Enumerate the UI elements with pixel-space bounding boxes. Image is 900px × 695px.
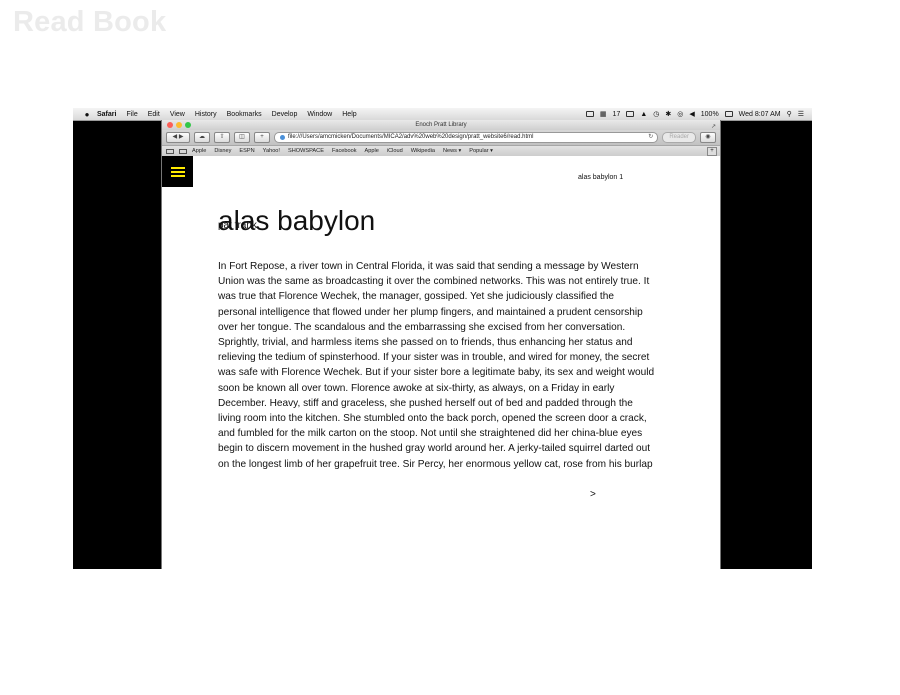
menu-file[interactable]: File — [126, 111, 137, 118]
text-line: was safe with Florence Wechek. But if yo… — [218, 367, 655, 379]
text-line: and fumbled for the milk carton on the s… — [218, 428, 643, 440]
hamburger-line-icon — [171, 167, 185, 169]
back-forward-button[interactable]: ◀ ▶ — [166, 132, 190, 143]
hamburger-line-icon — [171, 171, 185, 173]
reading-list-icon[interactable]: ◫ — [234, 132, 250, 143]
share-icon[interactable]: ⇧ — [214, 132, 230, 143]
bookmark-wikipedia[interactable]: Wikipedia — [411, 148, 435, 154]
menu-view[interactable]: View — [170, 111, 185, 118]
text-line: was true that Florence Wechek, the manag… — [218, 291, 614, 303]
menu-bookmarks[interactable]: Bookmarks — [227, 111, 262, 118]
airplay-icon[interactable] — [626, 111, 635, 117]
text-line: Union was the same as broadcasting it ov… — [218, 276, 650, 288]
screenshot-frame: ● Safari File Edit View History Bookmark… — [73, 108, 812, 569]
address-url: file:///Users/amcmicken/Documents/MICA2/… — [288, 134, 534, 140]
add-bookmark-icon[interactable]: + — [707, 147, 717, 156]
text-line: living room into the kitchen. She stumbl… — [218, 413, 647, 425]
window-title: Enoch Pratt Library — [415, 122, 467, 128]
menu-edit[interactable]: Edit — [148, 111, 160, 118]
status-count: 17 — [612, 110, 621, 118]
menubar-status-area: ▦ 17 ▲ ◷ ✱ ◎ ◀ 100% Wed 8:07 AM ⚲ ☰ — [585, 110, 812, 118]
window-titlebar: Enoch Pratt Library ↗ — [162, 120, 720, 130]
clock[interactable]: Wed 8:07 AM — [739, 111, 781, 118]
hamburger-line-icon — [171, 175, 185, 177]
text-line: December. Heavy, stiff and graceless, sh… — [218, 397, 633, 409]
battery-percent: 100% — [700, 110, 719, 118]
bluetooth-icon[interactable]: ✱ — [665, 111, 671, 118]
text-line: relieving the tedium of spinsterhood. If… — [218, 352, 650, 364]
icloud-tabs-icon[interactable]: ☁ — [194, 132, 210, 143]
slide-title: Read Book — [13, 6, 167, 38]
notification-center-icon[interactable]: ☰ — [798, 111, 804, 118]
bookmark-apple[interactable]: Apple — [192, 148, 206, 154]
spotlight-search-icon[interactable]: ⚲ — [787, 111, 792, 118]
web-page-content: alas babylon 1 alas babylon pat frank In… — [162, 156, 720, 569]
text-line: begin to discern movement in the hushed … — [218, 443, 651, 455]
top-sites-grid-icon[interactable] — [179, 148, 187, 154]
battery-icon[interactable] — [724, 111, 733, 117]
address-bar[interactable]: file:///Users/amcmicken/Documents/MICA2/… — [274, 132, 659, 143]
hamburger-menu-button[interactable] — [162, 156, 193, 187]
add-tab-icon[interactable]: + — [254, 132, 270, 143]
menu-safari[interactable]: Safari — [97, 111, 116, 118]
menu-window[interactable]: Window — [307, 111, 332, 118]
bookmark-icloud[interactable]: iCloud — [387, 148, 403, 154]
bookmark-yahoo[interactable]: Yahoo! — [263, 148, 280, 154]
apple-menu-icon[interactable]: ● — [83, 110, 91, 119]
page-indicator: alas babylon 1 — [578, 174, 624, 181]
text-line: over her tongue. The scandalous and the … — [218, 321, 626, 333]
bookmark-apple-2[interactable]: Apple — [365, 148, 379, 154]
bookmark-espn[interactable]: ESPN — [239, 148, 254, 154]
menu-history[interactable]: History — [195, 111, 217, 118]
bookmark-facebook[interactable]: Facebook — [332, 148, 357, 154]
traffic-lights — [167, 122, 191, 128]
fullscreen-icon[interactable]: ↗ — [711, 122, 716, 132]
volume-icon[interactable]: ◀ — [689, 111, 694, 118]
text-line: personal intelligence that flowed under … — [218, 306, 643, 318]
menu-help[interactable]: Help — [342, 111, 356, 118]
safari-window: Enoch Pratt Library ↗ ◀ ▶ ☁ ⇧ ◫ + file:/… — [161, 120, 721, 569]
open-book-icon[interactable] — [166, 148, 174, 154]
bookmark-news-folder[interactable]: News ▾ — [443, 148, 461, 154]
upload-icon[interactable]: ▲ — [640, 111, 647, 118]
text-line: In Fort Repose, a river town in Central … — [218, 261, 639, 272]
reload-icon[interactable]: ↻ — [648, 133, 657, 142]
reader-button[interactable]: Reader — [662, 132, 696, 143]
minimize-window-button[interactable] — [176, 122, 182, 128]
text-line: soon be known all over town. Florence aw… — [218, 382, 615, 394]
calendar-icon[interactable]: ▦ — [600, 111, 607, 118]
notification-icon[interactable] — [585, 111, 594, 117]
book-author: pat frank — [218, 220, 257, 231]
menu-develop[interactable]: Develop — [272, 111, 298, 118]
time-machine-icon[interactable]: ◷ — [653, 111, 659, 118]
close-window-button[interactable] — [167, 122, 173, 128]
bookmark-popular-folder[interactable]: Popular ▾ — [469, 148, 493, 154]
browser-toolbar: ◀ ▶ ☁ ⇧ ◫ + file:///Users/amcmicken/Docu… — [162, 130, 720, 146]
downloads-icon[interactable]: ◉ — [700, 132, 716, 143]
book-text: In Fort Repose, a river town in Central … — [218, 259, 674, 472]
bookmark-disney[interactable]: Disney — [214, 148, 231, 154]
next-page-arrow[interactable]: > — [590, 489, 596, 500]
bookmark-showspace[interactable]: SHOWSPACE — [288, 148, 324, 154]
wifi-icon[interactable]: ◎ — [677, 111, 683, 118]
site-globe-icon — [280, 135, 285, 140]
zoom-window-button[interactable] — [185, 122, 191, 128]
text-line: on the longest limb of her grapefruit tr… — [218, 458, 653, 470]
text-line: Sprightly, trivial, and harmless items s… — [218, 337, 633, 349]
